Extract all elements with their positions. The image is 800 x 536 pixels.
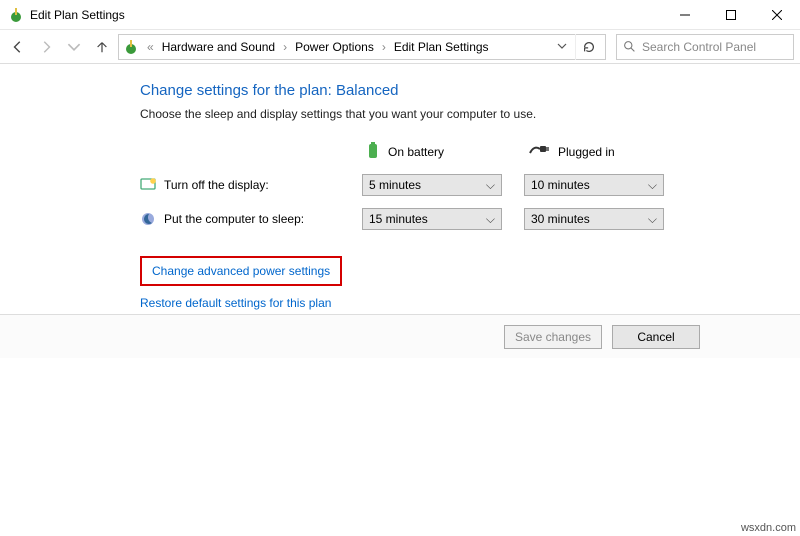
sleep-plugged-select[interactable]: 30 minutes⌵ bbox=[524, 208, 664, 230]
settings-grid: On battery Plugged in Turn off the displ… bbox=[140, 141, 760, 230]
window-title: Edit Plan Settings bbox=[30, 8, 662, 22]
maximize-button[interactable] bbox=[708, 0, 754, 30]
row-label-text: Turn off the display: bbox=[164, 178, 269, 192]
row-sleep-label: Put the computer to sleep: bbox=[140, 211, 340, 227]
moon-icon bbox=[140, 211, 156, 227]
column-header-battery: On battery bbox=[362, 141, 502, 162]
forward-button[interactable] bbox=[34, 35, 58, 59]
refresh-button[interactable] bbox=[575, 34, 601, 60]
address-bar[interactable]: « Hardware and Sound › Power Options › E… bbox=[118, 34, 606, 60]
chevron-down-icon: ⌵ bbox=[648, 178, 657, 193]
address-dropdown-icon[interactable] bbox=[553, 40, 571, 54]
power-options-icon bbox=[8, 7, 24, 23]
search-icon bbox=[623, 40, 636, 53]
breadcrumb-item[interactable]: Power Options bbox=[291, 38, 378, 56]
row-display-label: Turn off the display: bbox=[140, 177, 340, 193]
page-subheading: Choose the sleep and display settings th… bbox=[140, 107, 760, 121]
footer-bar: Save changes Cancel bbox=[0, 314, 800, 358]
chevron-right-icon[interactable]: › bbox=[281, 40, 289, 54]
battery-icon bbox=[366, 141, 380, 162]
content-area: Change settings for the plan: Balanced C… bbox=[0, 64, 800, 310]
display-plugged-select[interactable]: 10 minutes⌵ bbox=[524, 174, 664, 196]
minimize-button[interactable] bbox=[662, 0, 708, 30]
advanced-settings-link[interactable]: Change advanced power settings bbox=[140, 256, 342, 286]
up-button[interactable] bbox=[90, 35, 114, 59]
plug-icon bbox=[528, 143, 550, 160]
close-button[interactable] bbox=[754, 0, 800, 30]
sleep-battery-select[interactable]: 15 minutes⌵ bbox=[362, 208, 502, 230]
title-bar: Edit Plan Settings bbox=[0, 0, 800, 30]
chevron-down-icon: ⌵ bbox=[648, 212, 657, 227]
links-area: Change advanced power settings Restore d… bbox=[140, 256, 760, 310]
search-input[interactable]: Search Control Panel bbox=[616, 34, 794, 60]
chevron-right-icon[interactable]: › bbox=[380, 40, 388, 54]
search-placeholder: Search Control Panel bbox=[642, 40, 756, 54]
nav-bar: « Hardware and Sound › Power Options › E… bbox=[0, 30, 800, 64]
window-controls bbox=[662, 0, 800, 29]
page-heading: Change settings for the plan: Balanced bbox=[140, 82, 760, 99]
chevron-left-icon[interactable]: « bbox=[145, 40, 156, 54]
column-header-plugged: Plugged in bbox=[524, 143, 664, 160]
breadcrumb-item[interactable]: Edit Plan Settings bbox=[390, 38, 493, 56]
watermark: wsxdn.com bbox=[741, 522, 796, 534]
column-label: On battery bbox=[388, 145, 444, 159]
monitor-icon bbox=[140, 177, 156, 193]
recent-dropdown-icon[interactable] bbox=[62, 35, 86, 59]
cancel-button[interactable]: Cancel bbox=[612, 325, 700, 349]
back-button[interactable] bbox=[6, 35, 30, 59]
power-options-icon bbox=[123, 39, 139, 55]
chevron-down-icon: ⌵ bbox=[486, 178, 495, 193]
save-button[interactable]: Save changes bbox=[504, 325, 602, 349]
restore-defaults-link[interactable]: Restore default settings for this plan bbox=[140, 296, 760, 310]
breadcrumb-item[interactable]: Hardware and Sound bbox=[158, 38, 279, 56]
chevron-down-icon: ⌵ bbox=[486, 212, 495, 227]
row-label-text: Put the computer to sleep: bbox=[164, 212, 304, 226]
column-label: Plugged in bbox=[558, 145, 615, 159]
display-battery-select[interactable]: 5 minutes⌵ bbox=[362, 174, 502, 196]
